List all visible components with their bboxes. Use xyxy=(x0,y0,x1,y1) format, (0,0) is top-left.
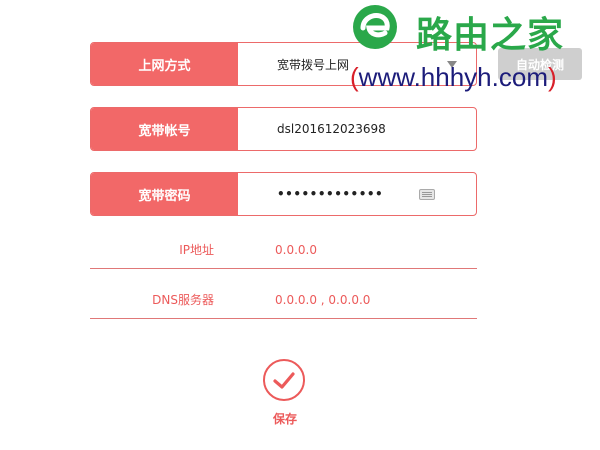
connection-type-value[interactable]: 宽带拨号上网 xyxy=(277,43,349,85)
ip-label: IP地址 xyxy=(179,243,214,257)
save-label: 保存 xyxy=(272,412,297,426)
password-label: 宽带密码 xyxy=(91,173,238,215)
watermark-url-text: www.hhhyh.com xyxy=(358,62,548,92)
password-input[interactable]: ••••••••••••• xyxy=(277,173,383,215)
account-label: 宽带帐号 xyxy=(91,108,238,150)
e-logo-icon xyxy=(353,5,397,49)
wan-settings-page: 上网方式 宽带拨号上网 自动检测 宽带帐号 dsl201612023698 宽带… xyxy=(0,0,600,450)
checkmark-icon xyxy=(273,372,295,389)
connection-type-label: 上网方式 xyxy=(91,43,238,85)
watermark: 路由之家 (www.hhhyh.com) xyxy=(340,0,600,100)
ip-row: IP地址 0.0.0.0 xyxy=(90,231,477,269)
watermark-url-open: ( xyxy=(350,62,359,92)
dns-label: DNS服务器 xyxy=(152,293,214,307)
password-field[interactable]: 宽带密码 ••••••••••••• xyxy=(90,172,477,216)
watermark-url: (www.hhhyh.com) xyxy=(350,62,557,93)
account-field[interactable]: 宽带帐号 dsl201612023698 xyxy=(90,107,477,151)
watermark-title: 路由之家 xyxy=(416,15,565,56)
save-button[interactable] xyxy=(263,359,305,401)
dns-row: DNS服务器 0.0.0.0 , 0.0.0.0 xyxy=(90,281,477,319)
ip-value: 0.0.0.0 xyxy=(275,242,317,257)
account-input[interactable]: dsl201612023698 xyxy=(277,108,386,150)
keyboard-icon[interactable] xyxy=(419,189,435,200)
dns-value: 0.0.0.0 , 0.0.0.0 xyxy=(275,292,371,307)
watermark-url-close: ) xyxy=(547,62,557,92)
